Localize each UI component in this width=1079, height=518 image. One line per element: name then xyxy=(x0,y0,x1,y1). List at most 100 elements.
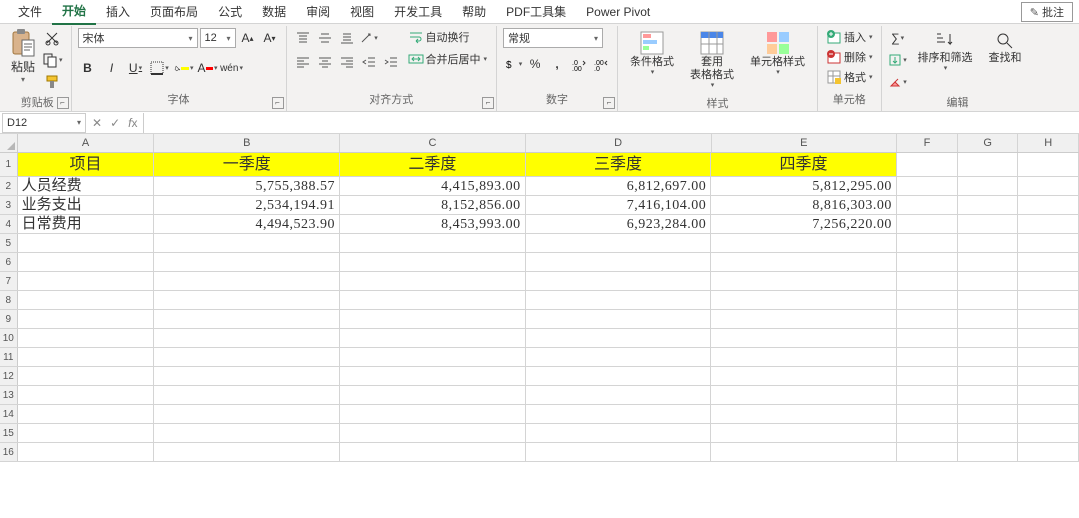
cell[interactable]: 业务支出 xyxy=(18,196,155,214)
cell[interactable] xyxy=(18,443,155,461)
cell[interactable] xyxy=(897,253,958,271)
name-box[interactable]: D12▾ xyxy=(2,113,86,133)
cell[interactable] xyxy=(18,272,155,290)
row-header-9[interactable]: 9 xyxy=(0,310,18,328)
cell[interactable] xyxy=(18,310,155,328)
autosum-button[interactable]: ∑▾ xyxy=(888,28,908,48)
cell[interactable] xyxy=(897,291,958,309)
cell[interactable] xyxy=(1018,272,1079,290)
cell[interactable] xyxy=(1018,386,1079,404)
cell[interactable] xyxy=(1018,234,1079,252)
font-name-combo[interactable]: 宋体▾ xyxy=(78,28,198,48)
cell[interactable] xyxy=(897,386,958,404)
align-center-button[interactable] xyxy=(315,52,335,72)
cell[interactable] xyxy=(340,367,526,385)
cell[interactable] xyxy=(958,443,1019,461)
cell[interactable] xyxy=(18,234,155,252)
find-select-button[interactable]: 查找和 xyxy=(983,28,1028,67)
cell[interactable]: 一季度 xyxy=(154,153,340,176)
cell[interactable] xyxy=(897,443,958,461)
cell[interactable] xyxy=(154,234,340,252)
cell[interactable] xyxy=(1018,215,1079,233)
paste-button[interactable]: 粘贴 ▾ xyxy=(10,28,36,84)
cell[interactable] xyxy=(958,405,1019,423)
row-header-2[interactable]: 2 xyxy=(0,177,18,195)
enter-formula-button[interactable]: ✓ xyxy=(110,116,120,130)
cell[interactable] xyxy=(340,253,526,271)
align-middle-button[interactable] xyxy=(315,28,335,48)
cell[interactable] xyxy=(711,310,897,328)
cell[interactable] xyxy=(18,253,155,271)
cell[interactable]: 项目 xyxy=(18,153,155,176)
col-header-G[interactable]: G xyxy=(958,134,1019,152)
cell[interactable] xyxy=(711,405,897,423)
tab-insert[interactable]: 插入 xyxy=(96,0,140,24)
cell[interactable] xyxy=(1018,405,1079,423)
cell[interactable] xyxy=(958,291,1019,309)
cell[interactable] xyxy=(526,272,712,290)
decrease-font-button[interactable]: A▾ xyxy=(260,28,280,48)
cell[interactable] xyxy=(18,329,155,347)
cell[interactable] xyxy=(154,424,340,442)
col-header-C[interactable]: C xyxy=(340,134,526,152)
orientation-button[interactable]: ▾ xyxy=(359,28,379,48)
delete-cells-button[interactable]: 删除▾ xyxy=(824,48,875,66)
cell[interactable] xyxy=(897,348,958,366)
cell[interactable] xyxy=(958,215,1019,233)
cell[interactable]: 8,816,303.00 xyxy=(711,196,897,214)
font-color-button[interactable]: A▾ xyxy=(198,58,218,78)
cell[interactable] xyxy=(711,348,897,366)
cell[interactable] xyxy=(154,310,340,328)
cell[interactable] xyxy=(18,291,155,309)
row-header-16[interactable]: 16 xyxy=(0,443,18,461)
cell[interactable]: 四季度 xyxy=(711,153,897,176)
cell[interactable] xyxy=(340,443,526,461)
decrease-decimal-button[interactable]: .00.0 xyxy=(591,54,611,74)
cell[interactable] xyxy=(340,310,526,328)
tab-data[interactable]: 数据 xyxy=(252,0,296,24)
insert-cells-button[interactable]: 插入▾ xyxy=(824,28,875,46)
cell[interactable] xyxy=(958,234,1019,252)
cell[interactable] xyxy=(1018,329,1079,347)
cell[interactable] xyxy=(897,367,958,385)
cell[interactable] xyxy=(897,329,958,347)
cell[interactable] xyxy=(526,253,712,271)
cell[interactable] xyxy=(958,177,1019,195)
tab-home[interactable]: 开始 xyxy=(52,0,96,25)
alignment-dialog-launcher[interactable]: ⌐ xyxy=(482,97,494,109)
tab-developer[interactable]: 开发工具 xyxy=(384,0,452,24)
row-header-8[interactable]: 8 xyxy=(0,291,18,309)
underline-button[interactable]: U▾ xyxy=(126,58,146,78)
cell[interactable]: 8,453,993.00 xyxy=(340,215,526,233)
cell[interactable] xyxy=(1018,367,1079,385)
align-left-button[interactable] xyxy=(293,52,313,72)
cell[interactable] xyxy=(958,348,1019,366)
cell[interactable]: 4,415,893.00 xyxy=(340,177,526,195)
cell[interactable] xyxy=(958,253,1019,271)
row-header-12[interactable]: 12 xyxy=(0,367,18,385)
align-bottom-button[interactable] xyxy=(337,28,357,48)
cell[interactable] xyxy=(526,310,712,328)
cell[interactable] xyxy=(526,405,712,423)
select-all-corner[interactable] xyxy=(0,134,18,152)
cell[interactable] xyxy=(1018,348,1079,366)
row-header-1[interactable]: 1 xyxy=(0,153,18,176)
cell[interactable]: 人员经费 xyxy=(18,177,155,195)
cell[interactable] xyxy=(897,424,958,442)
tab-power-pivot[interactable]: Power Pivot xyxy=(576,1,660,23)
cell[interactable] xyxy=(526,291,712,309)
tab-page-layout[interactable]: 页面布局 xyxy=(140,0,208,24)
cell[interactable] xyxy=(18,424,155,442)
cell[interactable]: 日常费用 xyxy=(18,215,155,233)
cell[interactable] xyxy=(154,253,340,271)
font-size-combo[interactable]: 12▾ xyxy=(200,28,236,48)
cancel-formula-button[interactable]: ✕ xyxy=(92,116,102,130)
cell[interactable] xyxy=(340,424,526,442)
cell[interactable] xyxy=(340,386,526,404)
number-format-combo[interactable]: 常规▾ xyxy=(503,28,603,48)
italic-button[interactable]: I xyxy=(102,58,122,78)
cell[interactable] xyxy=(1018,310,1079,328)
cell[interactable] xyxy=(711,272,897,290)
comma-format-button[interactable]: , xyxy=(547,54,567,74)
comments-button[interactable]: 批注 xyxy=(1021,2,1073,22)
